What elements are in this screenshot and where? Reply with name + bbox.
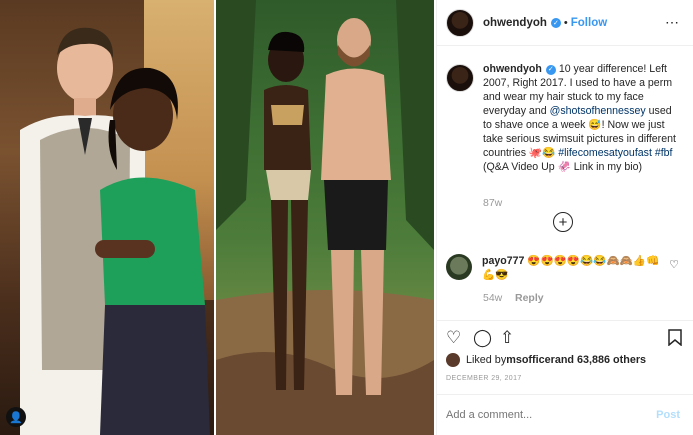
mention-link[interactable]: @shotsofhennessey xyxy=(550,105,646,117)
caption-avatar[interactable] xyxy=(446,64,474,92)
caption-text: ohwendyoh ✓ 10 year difference! Left 2007… xyxy=(483,62,681,174)
hashtag-links[interactable]: #lifecomesatyoufast #fbf xyxy=(558,147,672,159)
caption: ohwendyoh ✓ 10 year difference! Left 2007… xyxy=(446,62,686,174)
reply-button[interactable]: Reply xyxy=(515,292,544,304)
likes-count[interactable]: and 63,886 others xyxy=(555,354,646,366)
comment-icon[interactable]: ◯ xyxy=(473,329,492,347)
caption-username[interactable]: ohwendyoh xyxy=(483,63,542,75)
separator-dot: • xyxy=(563,16,568,29)
comment-item: payo777 😍😍😍😍😂😂🙈🙈👍👊💪😎 xyxy=(446,254,686,282)
action-bar: ♡ ◯ ⇧ xyxy=(437,320,693,354)
comment-text: payo777 😍😍😍😍😂😂🙈🙈👍👊💪😎 xyxy=(482,254,662,282)
username-link[interactable]: ohwendyoh xyxy=(483,17,547,29)
caption-timestamp: 87w xyxy=(483,197,503,209)
verified-icon: ✓ xyxy=(545,65,556,75)
more-options-icon[interactable]: ⋯ xyxy=(665,14,680,31)
post-comment-button[interactable]: Post xyxy=(656,409,680,421)
share-icon[interactable]: ⇧ xyxy=(500,329,514,347)
post-image-right[interactable] xyxy=(216,0,434,435)
bookmark-icon[interactable] xyxy=(668,329,682,350)
follow-button[interactable]: Follow xyxy=(571,17,607,29)
post-image-left[interactable]: 👤 xyxy=(0,0,214,435)
commenter-username[interactable]: payo777 xyxy=(482,255,524,267)
liker-avatar xyxy=(446,353,460,367)
verified-icon: ✓ xyxy=(550,17,561,28)
add-comment-bar: Post xyxy=(437,394,693,435)
comment-like-icon[interactable]: ♡ xyxy=(669,258,679,271)
caption-body-3: (Q&A Video Up 🦑 Link in my bio) xyxy=(483,161,643,173)
commenter-avatar[interactable] xyxy=(446,254,472,280)
likes-prefix: Liked by xyxy=(466,354,507,366)
load-more-comments-icon[interactable]: + xyxy=(553,212,573,232)
add-comment-input[interactable] xyxy=(446,409,657,421)
beach-scene xyxy=(216,0,434,435)
woman-figure xyxy=(95,67,210,435)
post-date: DECEMBER 29, 2017 xyxy=(446,375,522,382)
post-sidebar: ohwendyoh ✓ • Follow ⋯ ohwendyoh ✓ 10 yea… xyxy=(436,0,693,435)
user-tag-icon[interactable]: 👤 xyxy=(6,407,26,427)
likes-summary: Liked by msofficer and 63,886 others xyxy=(446,353,646,367)
avatar[interactable] xyxy=(446,8,474,37)
like-heart-icon[interactable]: ♡ xyxy=(446,329,461,347)
comment-timestamp: 54w xyxy=(483,292,503,304)
liker-username[interactable]: msofficer xyxy=(506,354,555,366)
post-header: ohwendyoh ✓ • Follow ⋯ xyxy=(437,0,693,46)
